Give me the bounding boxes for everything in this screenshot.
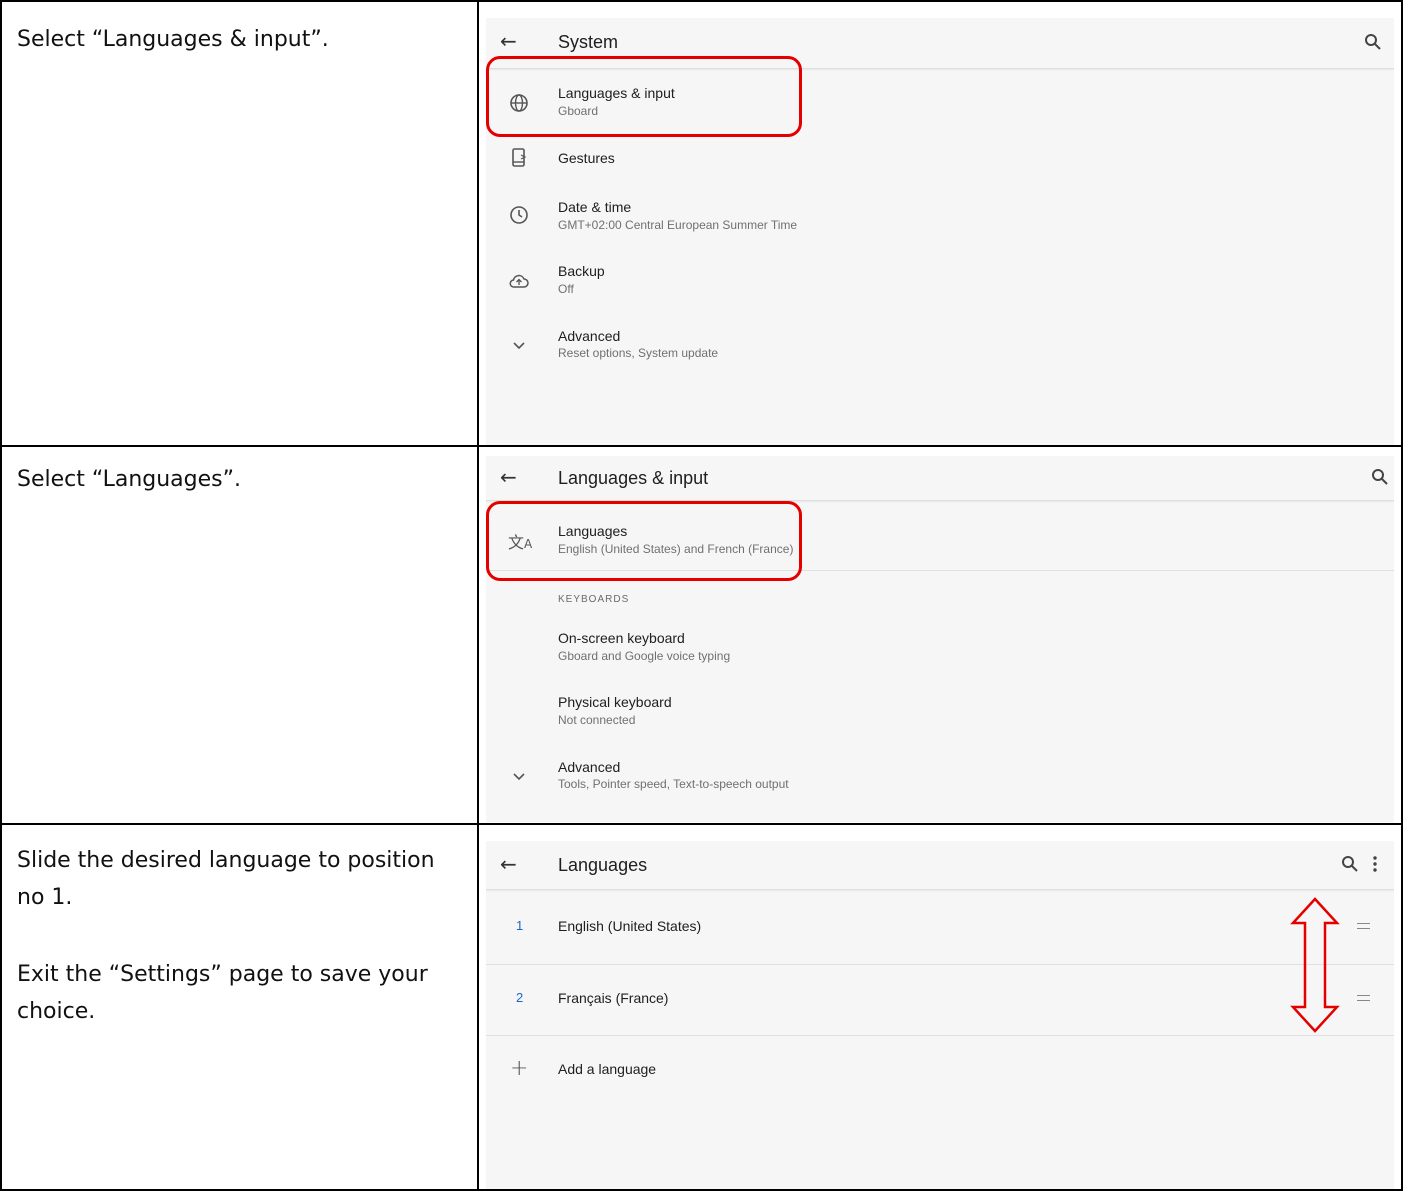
instruction-step-4: Exit the “Settings” page to save your ch… bbox=[17, 962, 428, 1024]
item-subtitle: Not connected bbox=[558, 713, 636, 727]
divider bbox=[486, 1035, 1394, 1036]
page-title: Languages bbox=[558, 855, 648, 875]
languages-screenshot: ← Languages 1 English (United States) 2 … bbox=[486, 841, 1394, 1189]
language-position: 1 bbox=[516, 918, 524, 933]
instruction-table: Select “Languages & input”. Select “Lang… bbox=[0, 0, 1403, 1191]
list-item-onscreen-keyboard[interactable]: On-screen keyboard Gboard and Google voi… bbox=[486, 624, 1394, 672]
chevron-down-icon bbox=[513, 773, 525, 781]
language-name: Français (France) bbox=[558, 990, 669, 1006]
highlight-box bbox=[486, 501, 802, 581]
language-name: English (United States) bbox=[558, 918, 702, 934]
keyboards-section-header: KEYBOARDS bbox=[558, 594, 630, 605]
add-language-label: Add a language bbox=[558, 1061, 657, 1077]
double-arrow-annotation bbox=[1290, 897, 1340, 1033]
table-row-divider-1 bbox=[0, 445, 1403, 447]
page-title: Languages & input bbox=[558, 468, 709, 488]
app-bar: ← Languages & input bbox=[486, 456, 1394, 501]
drag-handle-icon[interactable] bbox=[1357, 995, 1370, 1001]
item-title: Advanced bbox=[558, 759, 621, 775]
table-row-divider-2 bbox=[0, 823, 1403, 825]
item-title: On-screen keyboard bbox=[558, 630, 685, 646]
search-icon[interactable] bbox=[1341, 855, 1359, 873]
page-title: System bbox=[558, 32, 619, 52]
list-item-gestures[interactable]: Gestures bbox=[486, 136, 1394, 180]
clock-icon bbox=[510, 206, 528, 224]
more-vert-icon[interactable] bbox=[1372, 855, 1378, 873]
item-subtitle: GMT+02:00 Central European Summer Time bbox=[558, 218, 798, 232]
list-item-language[interactable]: 2 Français (France) bbox=[486, 973, 1394, 1023]
languages-input-screenshot: ← Languages & input 文A Languages English… bbox=[486, 456, 1394, 822]
drag-handle-icon[interactable] bbox=[1357, 923, 1370, 929]
cloud-upload-icon bbox=[509, 274, 529, 288]
divider bbox=[486, 964, 1394, 965]
item-title: Advanced bbox=[558, 328, 621, 344]
item-title: Gestures bbox=[558, 150, 615, 166]
item-subtitle: Reset options, System update bbox=[558, 346, 719, 360]
back-arrow-icon[interactable]: ← bbox=[500, 29, 517, 53]
list-item-backup[interactable]: Backup Off bbox=[486, 258, 1394, 310]
item-title: Physical keyboard bbox=[558, 694, 672, 710]
instruction-step-3: Slide the desired language to position n… bbox=[17, 848, 435, 910]
search-icon[interactable] bbox=[1371, 468, 1389, 486]
table-border-left bbox=[0, 0, 2, 1191]
item-subtitle: Gboard and Google voice typing bbox=[558, 649, 731, 663]
table-border-top bbox=[0, 0, 1403, 2]
item-subtitle: Tools, Pointer speed, Text-to-speech out… bbox=[558, 777, 789, 791]
list-item-advanced[interactable]: Advanced Tools, Pointer speed, Text-to-s… bbox=[486, 754, 1394, 802]
app-bar: ← Languages bbox=[486, 841, 1394, 890]
item-subtitle: Off bbox=[558, 282, 574, 296]
table-column-divider bbox=[477, 0, 479, 1191]
instruction-step-2: Select “Languages”. bbox=[17, 467, 242, 492]
add-icon: + bbox=[510, 1056, 529, 1081]
system-settings-screenshot: ← System Languages & input Gboard Gestur… bbox=[486, 18, 1394, 445]
language-position: 2 bbox=[516, 990, 524, 1005]
list-item-physical-keyboard[interactable]: Physical keyboard Not connected bbox=[486, 689, 1394, 737]
list-item-date-time[interactable]: Date & time GMT+02:00 Central European S… bbox=[486, 194, 1394, 246]
search-icon[interactable] bbox=[1364, 33, 1382, 51]
phone-gesture-icon bbox=[512, 148, 527, 167]
add-language-button[interactable]: + Add a language bbox=[486, 1045, 1394, 1095]
list-item-advanced[interactable]: Advanced Reset options, System update bbox=[486, 322, 1394, 374]
list-item-language[interactable]: 1 English (United States) bbox=[486, 902, 1394, 952]
back-arrow-icon[interactable]: ← bbox=[500, 852, 517, 876]
instruction-step-1: Select “Languages & input”. bbox=[17, 27, 329, 52]
item-title: Backup bbox=[558, 263, 605, 279]
item-title: Date & time bbox=[558, 199, 632, 215]
highlight-box bbox=[486, 56, 802, 137]
chevron-down-icon bbox=[513, 342, 525, 350]
back-arrow-icon[interactable]: ← bbox=[500, 465, 517, 489]
